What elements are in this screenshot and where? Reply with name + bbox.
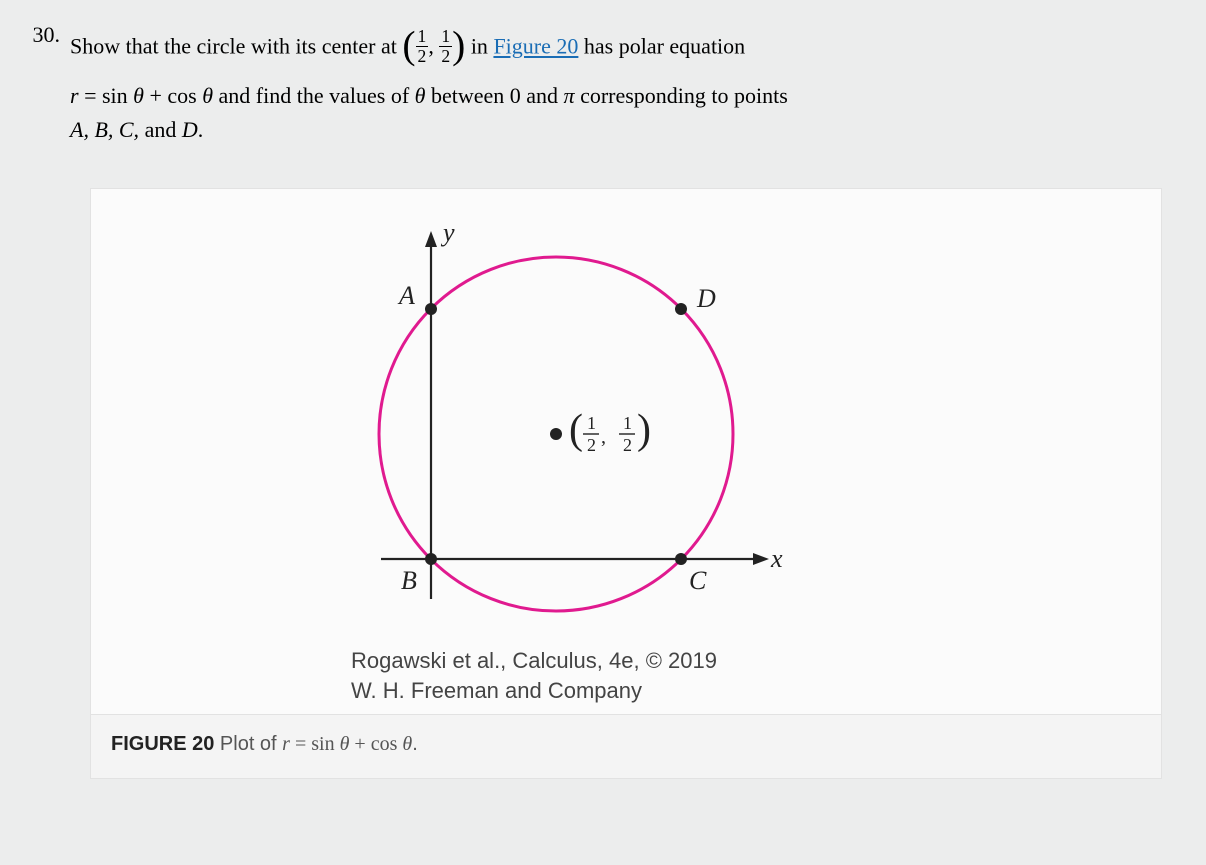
theta: θ [340, 733, 350, 755]
paren-close: ) [452, 23, 465, 67]
theta: θ [202, 83, 213, 108]
figure-caption: FIGURE 20 Plot of r = sin θ + cos θ. [91, 714, 1161, 778]
figure-label: FIGURE 20 [111, 733, 214, 755]
den2: 2 [623, 435, 632, 455]
plus: + [144, 83, 167, 108]
paren-close: ) [637, 407, 651, 453]
plus: + [349, 733, 370, 755]
num2: 1 [623, 413, 632, 433]
y-axis-label: y [440, 219, 455, 247]
paren-open: ( [402, 23, 415, 67]
sin: sin [311, 733, 339, 755]
paren-open: ( [569, 407, 583, 453]
sin: sin [102, 83, 133, 108]
problem-body: Show that the circle with its center at … [70, 18, 1190, 148]
fraction: 12 [439, 28, 452, 66]
text: in [465, 34, 493, 59]
points-list: A, B, C, [70, 117, 145, 142]
point-d: D [182, 117, 198, 142]
and-text: and [145, 117, 182, 142]
text: between 0 and [425, 83, 563, 108]
theta: θ [133, 83, 144, 108]
attribution-line-1: Rogawski et al., Calculus, 4e, © 2019 [351, 648, 1161, 674]
text: Show that the circle with its center at [70, 34, 402, 59]
attribution-line-2: W. H. Freeman and Company [351, 678, 1161, 704]
eq: = [290, 733, 311, 755]
figure-link[interactable]: Figure 20 [493, 34, 578, 59]
plot-of-text: Plot of [214, 733, 282, 755]
label-A: A [397, 281, 415, 310]
pi: π [564, 83, 575, 108]
den1: 2 [587, 435, 596, 455]
text: has polar equation [578, 34, 745, 59]
problem-number: 30. [16, 18, 70, 148]
text: and find the values of [213, 83, 415, 108]
label-C: C [689, 566, 707, 595]
label-D: D [696, 284, 716, 313]
label-B: B [401, 566, 417, 595]
equals: = [79, 83, 102, 108]
fraction: 12 [416, 28, 429, 66]
period: . [412, 733, 418, 755]
ctr-comma: , [601, 426, 606, 448]
var-r: r [282, 733, 290, 755]
theta: θ [402, 733, 412, 755]
var-r: r [70, 83, 79, 108]
num1: 1 [587, 413, 596, 433]
comma: , [428, 34, 439, 59]
cos: cos [371, 733, 403, 755]
text: corresponding to points [575, 83, 788, 108]
figure-svg: A D B C ( 1 2 , 1 [351, 219, 851, 639]
cos: cos [167, 83, 202, 108]
figure-box: A D B C ( 1 2 , 1 [90, 188, 1162, 779]
theta: θ [415, 83, 426, 108]
period: . [198, 117, 204, 142]
figure-content: A D B C ( 1 2 , 1 [91, 189, 1161, 714]
problem-statement: 30. Show that the circle with its center… [16, 18, 1190, 148]
x-axis-label: x [770, 544, 783, 573]
